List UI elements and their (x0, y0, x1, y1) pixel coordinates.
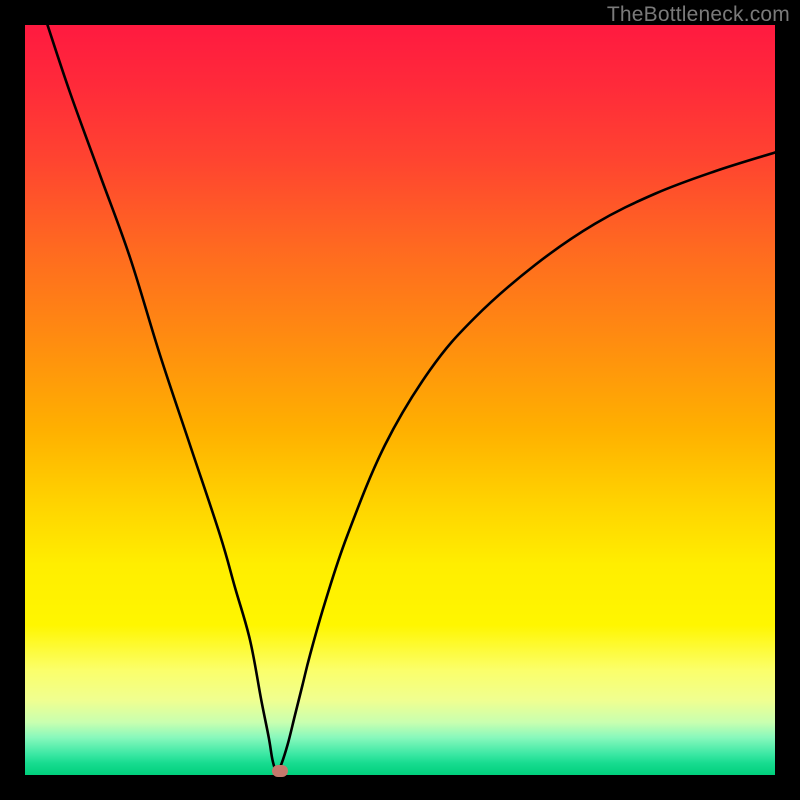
chart-frame: TheBottleneck.com (0, 0, 800, 800)
bottleneck-curve (48, 25, 776, 772)
watermark-label: TheBottleneck.com (607, 3, 790, 27)
optimum-marker (272, 765, 288, 777)
curve-svg (25, 25, 775, 775)
plot-area (25, 25, 775, 775)
